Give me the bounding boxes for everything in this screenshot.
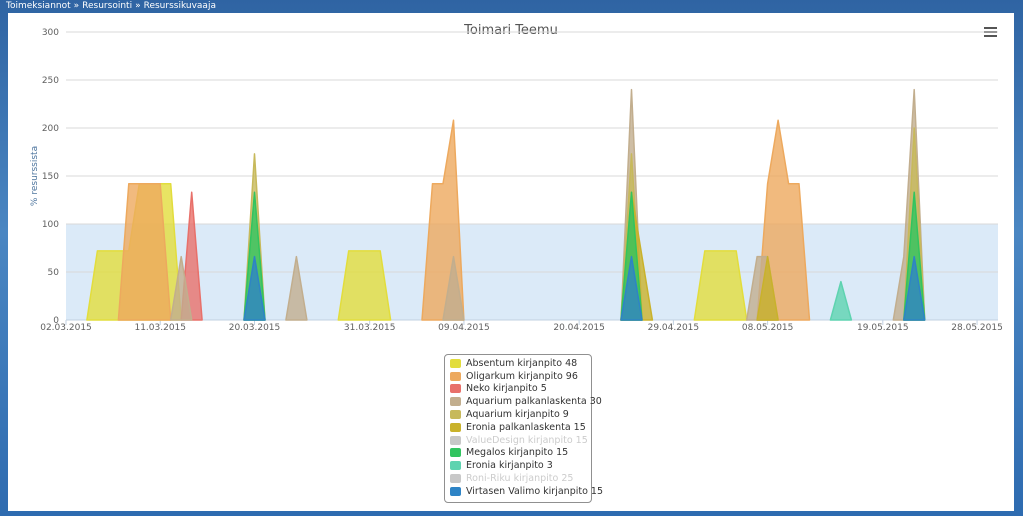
- y-tick-label: 250: [42, 76, 59, 86]
- x-tick-label: 19.05.2015: [857, 323, 909, 333]
- legend-item-9[interactable]: Roni-Riku kirjanpito 25: [450, 472, 591, 485]
- y-tick-label: 100: [42, 220, 59, 230]
- y-tick-label: 200: [42, 124, 59, 134]
- legend-swatch: [450, 486, 461, 496]
- x-tick-label: 20.04.2015: [553, 323, 605, 333]
- x-tick-label: 11.03.2015: [134, 323, 186, 333]
- breadcrumb-item-resursointi[interactable]: Resursointi: [82, 1, 132, 11]
- x-tick-label: 28.05.2015: [951, 323, 1003, 333]
- legend-swatch: [450, 435, 461, 445]
- legend-item-8[interactable]: Eronia kirjanpito 3: [450, 459, 591, 472]
- x-tick-label: 02.03.2015: [40, 323, 92, 333]
- breadcrumb-separator: »: [73, 1, 80, 11]
- legend-swatch: [450, 358, 461, 368]
- legend-swatch: [450, 371, 461, 381]
- legend-label: Eronia palkanlaskenta 15: [466, 421, 586, 433]
- legend-label: Megalos kirjanpito 15: [466, 447, 569, 459]
- legend-swatch: [450, 461, 461, 471]
- legend-label: Absentum kirjanpito 48: [466, 357, 578, 369]
- legend-label: Roni-Riku kirjanpito 25: [466, 473, 574, 485]
- legend-item-7[interactable]: Megalos kirjanpito 15: [450, 447, 591, 460]
- legend-item-3[interactable]: Aquarium palkanlaskenta 30: [450, 395, 602, 408]
- legend-item-4[interactable]: Aquarium kirjanpito 9: [450, 408, 591, 421]
- legend-label: Aquarium palkanlaskenta 30: [466, 396, 602, 408]
- legend-swatch: [450, 410, 461, 420]
- chart-panel: Toimari Teemu 0 50 100 150 200 250 300 02.03.20…: [8, 13, 1014, 511]
- legend-swatch: [450, 474, 461, 484]
- y-axis-title: % resurssista: [30, 146, 40, 206]
- breadcrumb-item-resurssikuvaaja: Resurssikuvaaja: [143, 1, 216, 11]
- chart-plot: 05010015020025030002.03.2015 11.03.2015 20…: [30, 28, 1003, 333]
- x-tick-label: 09.04.2015: [438, 323, 490, 333]
- legend-item-5[interactable]: Eronia palkanlaskenta 15: [450, 421, 591, 434]
- x-tick-label: 20.03.2015: [229, 323, 281, 333]
- legend-swatch: [450, 397, 461, 407]
- breadcrumb-item-toimeksiannot[interactable]: Toimeksiannot: [6, 1, 71, 11]
- x-tick-label: 08.05.2015: [742, 323, 794, 333]
- breadcrumb-separator: »: [135, 1, 141, 11]
- chart-legend: Absentum kirjanpito 48 Oligarkum kirjanpi…: [444, 354, 603, 503]
- legend-item-6[interactable]: ValueDesign kirjanpito 15: [450, 434, 591, 447]
- x-tick-label: 31.03.2015: [344, 323, 396, 333]
- legend-label: ValueDesign kirjanpito 15: [466, 434, 588, 446]
- legend-swatch: [450, 384, 461, 394]
- legend-label: Aquarium kirjanpito 9: [466, 409, 569, 421]
- legend-item-0[interactable]: Absentum kirjanpito 48: [450, 357, 591, 370]
- legend-label: Virtasen Valimo kirjanpito 15: [466, 485, 604, 497]
- legend-label: Oligarkum kirjanpito 96: [466, 370, 578, 382]
- legend-item-2[interactable]: Neko kirjanpito 5: [450, 383, 591, 396]
- legend-swatch: [450, 448, 461, 458]
- legend-swatch: [450, 422, 461, 432]
- legend-label: Eronia kirjanpito 3: [466, 460, 553, 472]
- legend-label: Neko kirjanpito 5: [466, 383, 547, 395]
- breadcrumb: Toimeksiannot» Resursointi» Resurssikuvaaj…: [6, 1, 216, 13]
- y-tick-label: 150: [42, 172, 59, 182]
- x-tick-label: 29.04.2015: [648, 323, 700, 333]
- y-tick-label: 50: [48, 268, 60, 278]
- legend-item-10[interactable]: Virtasen Valimo kirjanpito 15: [450, 485, 603, 498]
- y-tick-label: 300: [42, 28, 59, 38]
- legend-item-1[interactable]: Oligarkum kirjanpito 96: [450, 370, 591, 383]
